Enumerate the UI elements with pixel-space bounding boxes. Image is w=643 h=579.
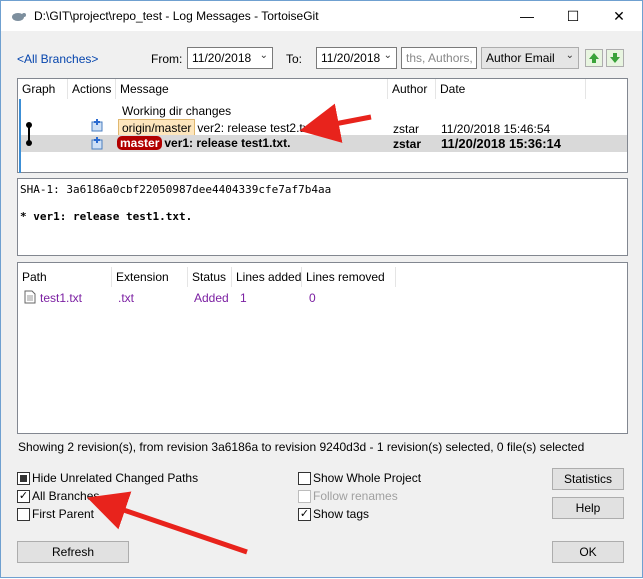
chevron-down-icon: ⌄: [383, 50, 392, 61]
row-date: 11/20/2018 15:36:14: [441, 136, 561, 151]
row-message-line: master ver1: release test1.txt.: [117, 136, 290, 150]
arrow-down-icon: [610, 53, 620, 63]
from-label: From:: [151, 52, 183, 66]
show-tags-label: Show tags: [313, 507, 370, 521]
table-row[interactable]: master ver1: release test1.txt. zstar 11/…: [21, 135, 627, 152]
row-author: zstar: [393, 137, 422, 151]
search-placeholder: ths, Authors, E: [406, 51, 477, 65]
status-text: Showing 2 revision(s), from revision 3a6…: [18, 440, 585, 454]
col-header-status[interactable]: Status: [188, 267, 232, 287]
follow-renames-label: Follow renames: [313, 489, 398, 503]
commit-details[interactable]: SHA-1: 3a6186a0cbf22050987dee4404339cfe7…: [17, 178, 628, 256]
hide-unrelated-label: Hide Unrelated Changed Paths: [32, 471, 199, 485]
col-header-date[interactable]: Date: [436, 79, 586, 99]
to-date-value: 11/20/2018: [321, 51, 381, 65]
chevron-down-icon: ⌄: [259, 50, 268, 61]
col-header-extension[interactable]: Extension: [112, 267, 188, 287]
close-icon[interactable]: ✕: [596, 1, 642, 31]
filter-field-select[interactable]: Author Email ⌄: [481, 47, 579, 69]
first-parent-checkbox[interactable]: [17, 508, 30, 521]
file-status: Added: [194, 291, 229, 305]
from-date-value: 11/20/2018: [192, 51, 252, 65]
search-input[interactable]: ths, Authors, E: [401, 47, 477, 69]
show-whole-project-label: Show Whole Project: [313, 471, 422, 485]
row-date: 11/20/2018 15:46:54: [441, 122, 551, 136]
to-label: To:: [286, 52, 303, 66]
log-list[interactable]: Graph Actions Message Author Date Workin…: [17, 78, 628, 173]
follow-renames-checkbox[interactable]: [298, 490, 311, 503]
col-header-author[interactable]: Author: [388, 79, 436, 99]
file-lines-removed: 0: [309, 291, 316, 305]
from-date-picker[interactable]: 11/20/2018 ⌄: [187, 47, 273, 69]
to-date-picker[interactable]: 11/20/2018 ⌄: [316, 47, 397, 69]
commit-action-icon: [90, 136, 104, 153]
file-path: test1.txt: [40, 291, 83, 305]
tortoisegit-app-icon: [10, 9, 26, 23]
minimize-icon[interactable]: —: [504, 1, 550, 31]
commit-action-icon: [90, 118, 104, 135]
all-branches-label: All Branches: [32, 489, 100, 503]
col-header-graph[interactable]: Graph: [18, 79, 68, 99]
all-branches-link[interactable]: <All Branches>: [17, 52, 98, 66]
col-header-lines-removed[interactable]: Lines removed: [302, 267, 396, 287]
first-parent-label: First Parent: [32, 507, 95, 521]
changed-files-list[interactable]: Path Extension Status Lines added Lines …: [17, 262, 628, 434]
statistics-button[interactable]: Statistics: [552, 468, 624, 490]
show-whole-project-checkbox[interactable]: [298, 472, 311, 485]
show-tags-checkbox[interactable]: ✓: [298, 508, 311, 521]
row-author: zstar: [393, 122, 420, 136]
arrow-up-icon: [589, 53, 599, 63]
log-messages-window: D:\GIT\project\repo_test - Log Messages …: [0, 0, 643, 578]
col-header-lines-added[interactable]: Lines added: [232, 267, 302, 287]
commit-sha: SHA-1: 3a6186a0cbf22050987dee4404339cfe7…: [20, 183, 332, 196]
commit-graph: [26, 122, 32, 146]
chevron-down-icon: ⌄: [565, 50, 574, 61]
window-title: D:\GIT\project\repo_test - Log Messages …: [34, 9, 319, 23]
file-icon: [24, 290, 36, 307]
ref-tag-master: master: [117, 136, 163, 150]
file-lines-added: 1: [240, 291, 247, 305]
all-branches-checkbox[interactable]: ✓: [17, 490, 30, 503]
commit-message: * ver1: release test1.txt.: [20, 210, 193, 223]
scroll-down-button[interactable]: [606, 49, 624, 67]
row-message: Working dir changes: [122, 104, 232, 118]
help-button[interactable]: Help: [552, 497, 624, 519]
col-header-actions[interactable]: Actions: [68, 79, 116, 99]
scroll-up-button[interactable]: [585, 49, 603, 67]
row-message: ver2: release test2.txt.: [197, 121, 316, 135]
col-header-path[interactable]: Path: [18, 267, 112, 287]
ok-button[interactable]: OK: [552, 541, 624, 563]
title-bar: D:\GIT\project\repo_test - Log Messages …: [1, 1, 642, 31]
row-message: ver1: release test1.txt.: [164, 136, 291, 150]
col-header-message[interactable]: Message: [116, 79, 388, 99]
hide-unrelated-checkbox[interactable]: [17, 472, 30, 485]
maximize-icon[interactable]: ☐: [550, 1, 596, 31]
filter-field-value: Author Email: [486, 51, 555, 65]
refresh-button[interactable]: Refresh: [17, 541, 129, 563]
file-extension: .txt: [118, 291, 135, 305]
